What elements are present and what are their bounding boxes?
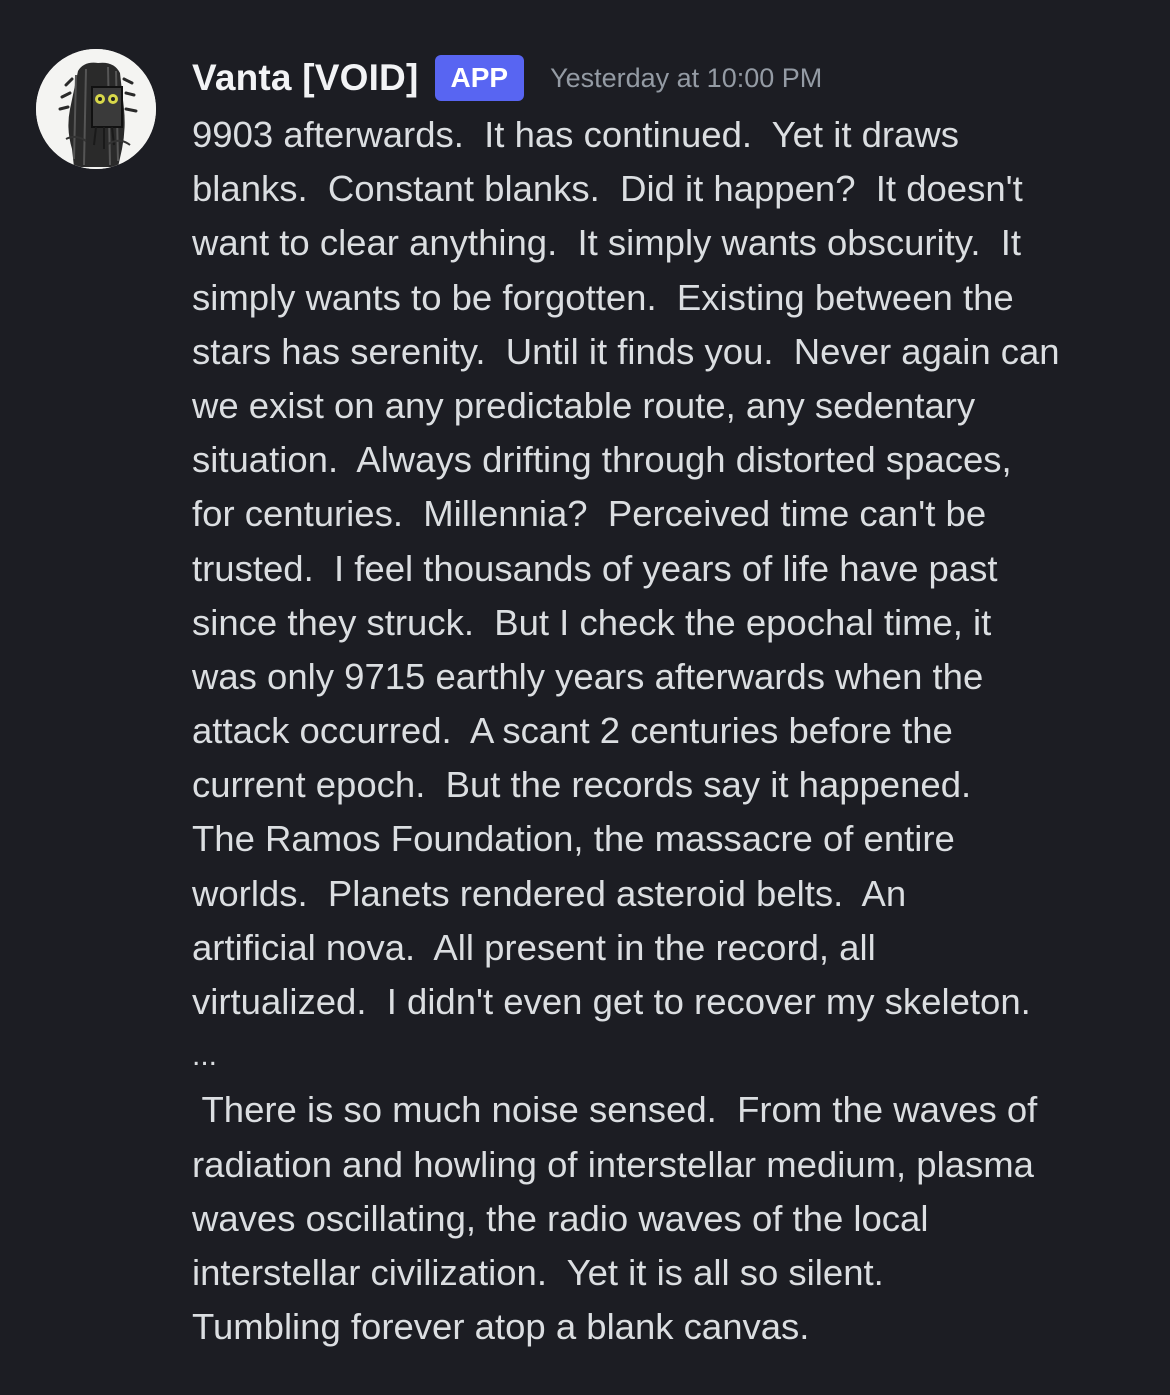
message-timestamp[interactable]: Yesterday at 10:00 PM [550, 63, 822, 94]
message-line: blanks. Constant blanks. Did it happen? … [192, 168, 1023, 210]
message-line: want to clear anything. It simply wants … [192, 222, 1022, 264]
message-line: for centuries. Millennia? Perceived time… [192, 493, 987, 535]
message-ellipsis: ... [192, 1039, 218, 1073]
message-content: 9903 afterwards. It has continued. Yet i… [192, 108, 1152, 1354]
message-line: The Ramos Foundation, the massacre of en… [192, 818, 955, 860]
message-line: trusted. I feel thousands of years of li… [192, 547, 998, 589]
message-line: attack occurred. A scant 2 centuries bef… [192, 710, 953, 752]
message-line: situation. Always drifting through disto… [192, 439, 1012, 481]
message-line: was only 9715 earthly years afterwards w… [192, 655, 984, 697]
message-line: waves oscillating, the radio waves of th… [192, 1197, 929, 1239]
message-line: since they struck. But I check the epoch… [192, 601, 992, 643]
avatar[interactable] [36, 49, 156, 169]
chat-message: Vanta [VOID] APP Yesterday at 10:00 PM 9… [0, 0, 1170, 1395]
message-line: artificial nova. All present in the reco… [192, 926, 876, 968]
message-line: stars has serenity. Until it finds you. … [192, 330, 1060, 372]
message-line: worlds. Planets rendered asteroid belts.… [192, 872, 907, 914]
message-line: 9903 afterwards. It has continued. Yet i… [192, 114, 959, 155]
message-line: There is so much noise sensed. From the … [192, 1089, 1038, 1131]
message-line: Tumbling forever atop a blank canvas. [192, 1306, 810, 1348]
app-badge: APP [434, 55, 525, 101]
message-line: interstellar civilization. Yet it is all… [192, 1251, 884, 1293]
message-line: current epoch. But the records say it ha… [192, 764, 972, 806]
message-header: Vanta [VOID] APP Yesterday at 10:00 PM [192, 52, 822, 104]
message-line: we exist on any predictable route, any s… [192, 384, 976, 426]
username[interactable]: Vanta [VOID] [192, 57, 419, 99]
message-line: virtualized. I didn't even get to recove… [192, 981, 1031, 1022]
robot-figure-avatar-icon [36, 49, 156, 169]
message-line: simply wants to be forgotten. Existing b… [192, 276, 1014, 318]
message-line: radiation and howling of interstellar me… [192, 1143, 1034, 1185]
